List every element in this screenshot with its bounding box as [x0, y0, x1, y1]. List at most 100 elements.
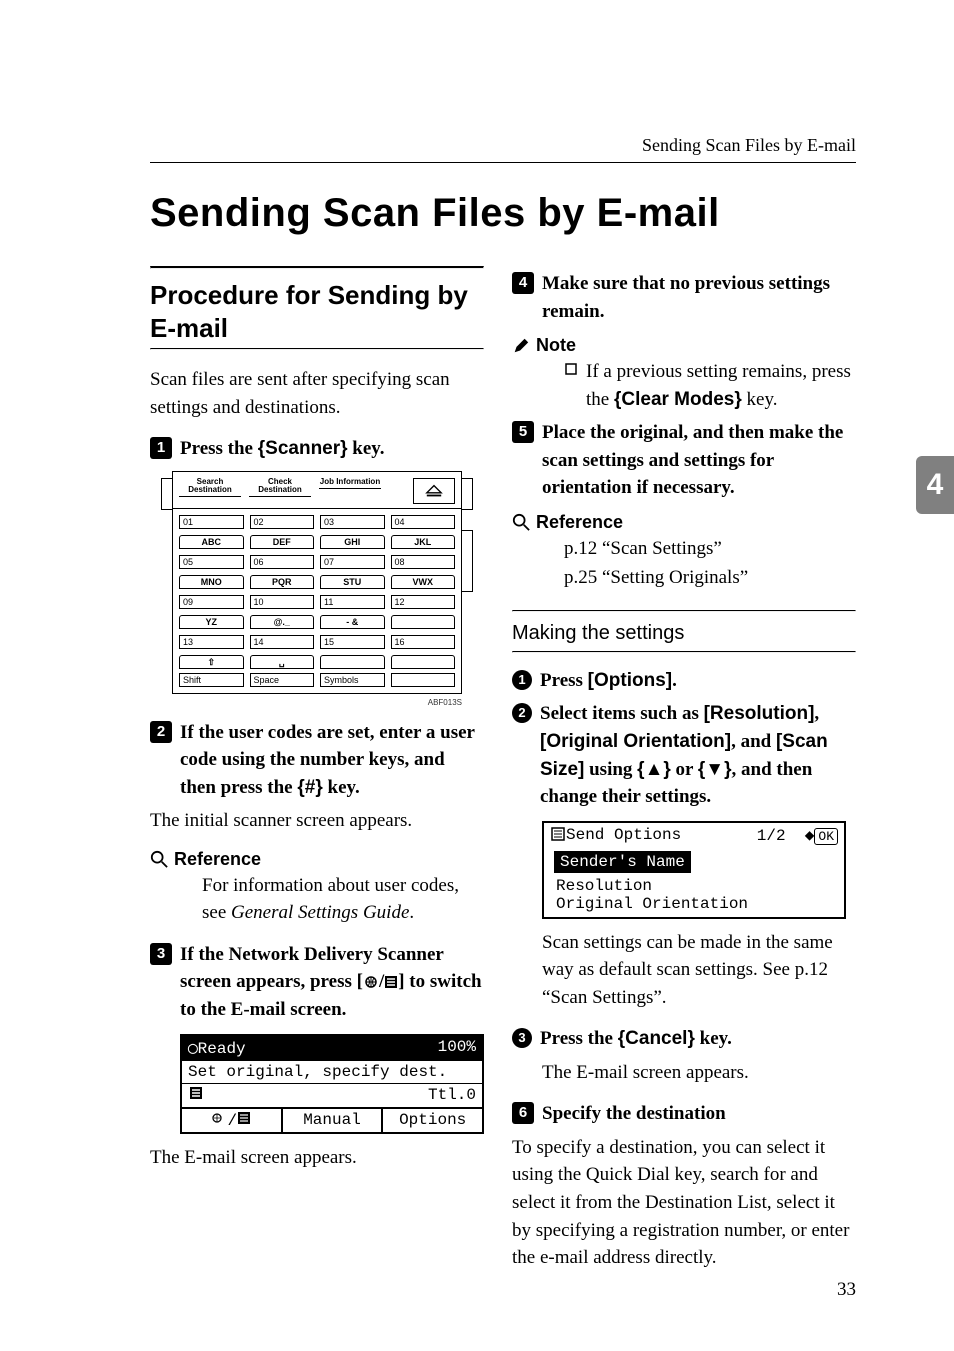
intro-paragraph: Scan files are sent after specifying sca… [150, 366, 484, 421]
step-3-text: If the Network Delivery Scanner screen a… [180, 941, 484, 1024]
bullet-1: 1 [512, 670, 532, 690]
right-column: 4 Make sure that no previous settings re… [512, 266, 856, 1286]
letter-tab [320, 655, 385, 669]
quickdial-key: 12 [391, 595, 456, 609]
step-6-body: To specify a destination, you can select… [512, 1134, 856, 1272]
page-number: 33 [837, 1279, 856, 1301]
up-arrow-key: ▲ [645, 756, 664, 784]
step-number-1: 1 [150, 437, 172, 459]
letter-tab: ABC [179, 535, 244, 549]
text: key. [323, 777, 360, 798]
quickdial-key: 10 [250, 595, 315, 609]
step-number-5: 5 [512, 421, 534, 443]
lcd-option: Resolution [544, 877, 844, 895]
page: Sending Scan Files by E-mail Sending Sca… [0, 0, 954, 1351]
lcd-send-options: Send Options 1/2 ◆OK Sender's Name Resol… [542, 821, 846, 919]
lcd-ready-screen: ◯Ready 100% Set original, specify dest. … [180, 1034, 484, 1134]
quickdial-key: 09 [179, 595, 244, 609]
clear-modes-key: Clear Modes [621, 389, 734, 410]
letter-tab: GHI [320, 535, 385, 549]
quickdial-key: 11 [320, 595, 385, 609]
step-2-text: If the user codes are set, enter a user … [180, 719, 484, 802]
running-head: Sending Scan Files by E-mail [150, 135, 856, 156]
letter-tab: ␣ [250, 655, 315, 669]
box-bullet-icon [564, 363, 578, 375]
list-icon [188, 1086, 204, 1105]
magnifier-icon [150, 850, 168, 868]
figure-caption: ABF013S [172, 698, 462, 707]
lcd-selected-option: Sender's Name [554, 851, 691, 873]
columns: Procedure for Sending by E-mail Scan fil… [150, 266, 856, 1286]
letter-tab: VWX [391, 575, 456, 589]
note-text: If a previous setting remains, press the… [586, 358, 856, 413]
quickdial-key: 05 [179, 555, 244, 569]
letter-tab: MNO [179, 575, 244, 589]
quickdial-key: 08 [391, 555, 456, 569]
step-number-2: 2 [150, 721, 172, 743]
step-number-6: 6 [512, 1102, 534, 1124]
lcd1-after: The E-mail screen appears. [150, 1144, 484, 1172]
quickdial-key: 01 [179, 515, 244, 529]
text: Press the [180, 438, 258, 459]
shift-key: Shift [179, 673, 244, 687]
substep-3: 3 Press the {Cancel} key. [512, 1025, 856, 1053]
substep-2: 2 Select items such as [Resolution], [Or… [512, 700, 856, 810]
chapter-tab: 4 [916, 456, 954, 514]
left-column: Procedure for Sending by E-mail Scan fil… [150, 266, 484, 1286]
scanner-key: Scanner [265, 438, 340, 459]
step-number-4: 4 [512, 272, 534, 294]
step-number-3: 3 [150, 943, 172, 965]
reference-line: p.12 “Scan Settings” [564, 535, 856, 563]
substep-3-after: The E-mail screen appears. [542, 1059, 856, 1087]
text: key. [348, 438, 385, 459]
original-orientation-key: [Original Orientation] [540, 731, 731, 752]
letter-tab: ⇧ [179, 655, 244, 669]
step-6-text: Specify the destination [542, 1100, 726, 1128]
pencil-icon [512, 337, 530, 355]
note-item: If a previous setting remains, press the… [564, 358, 856, 413]
lcd-percent: 100% [438, 1038, 476, 1058]
lcd-line: Set original, specify dest. [182, 1060, 482, 1083]
cancel-key: Cancel [625, 1028, 687, 1049]
substep-3-text: Press the {Cancel} key. [540, 1025, 732, 1053]
quickdial-key: 06 [250, 555, 315, 569]
letter-tab: @._ [250, 615, 315, 629]
step-4: 4 Make sure that no previous settings re… [512, 270, 856, 325]
quickdial-key: 02 [250, 515, 315, 529]
eject-icon [413, 478, 455, 504]
step-5-text: Place the original, and then make the sc… [542, 419, 856, 502]
panel-label: Search Destination [179, 478, 241, 498]
panel-figure: Search Destination Check Destination Job… [172, 471, 462, 694]
page-title: Sending Scan Files by E-mail [150, 191, 856, 236]
subheading-rule [512, 651, 856, 653]
magnifier-icon [512, 513, 530, 531]
letter-tab: YZ [179, 615, 244, 629]
symbols-key: Symbols [320, 673, 385, 687]
note-heading: Note [512, 335, 856, 356]
step-1: 1 Press the {Scanner} key. [150, 435, 484, 463]
note-label: Note [536, 335, 576, 356]
list-icon [384, 975, 398, 989]
reference-heading: Reference [150, 849, 484, 870]
substep-2-text: Select items such as [Resolution], [Orig… [540, 700, 856, 810]
network-icon [363, 975, 379, 989]
panel-label: Check Destination [249, 478, 311, 498]
lcd-status: ◯Ready [188, 1038, 246, 1058]
letter-tab: STU [320, 575, 385, 589]
subheading-rule [512, 610, 856, 612]
resolution-key: [Resolution] [704, 703, 815, 724]
reference-line: p.25 “Setting Originals” [564, 564, 856, 592]
lcd-fkey-manual: Manual [283, 1109, 384, 1132]
lcd-fkey-options: Options [383, 1109, 482, 1132]
step-1-text: Press the {Scanner} key. [180, 435, 385, 463]
quickdial-key: 13 [179, 635, 244, 649]
section-rule [150, 266, 484, 269]
reference-label: Reference [174, 849, 261, 870]
step-3: 3 If the Network Delivery Scanner screen… [150, 941, 484, 1024]
quickdial-key: 04 [391, 515, 456, 529]
lcd-option: Original Orientation [544, 895, 844, 913]
step-4-text: Make sure that no previous settings rema… [542, 270, 856, 325]
letter-tab: - & [320, 615, 385, 629]
quickdial-key: 16 [391, 635, 456, 649]
lcd-total: Ttl.0 [428, 1086, 476, 1104]
